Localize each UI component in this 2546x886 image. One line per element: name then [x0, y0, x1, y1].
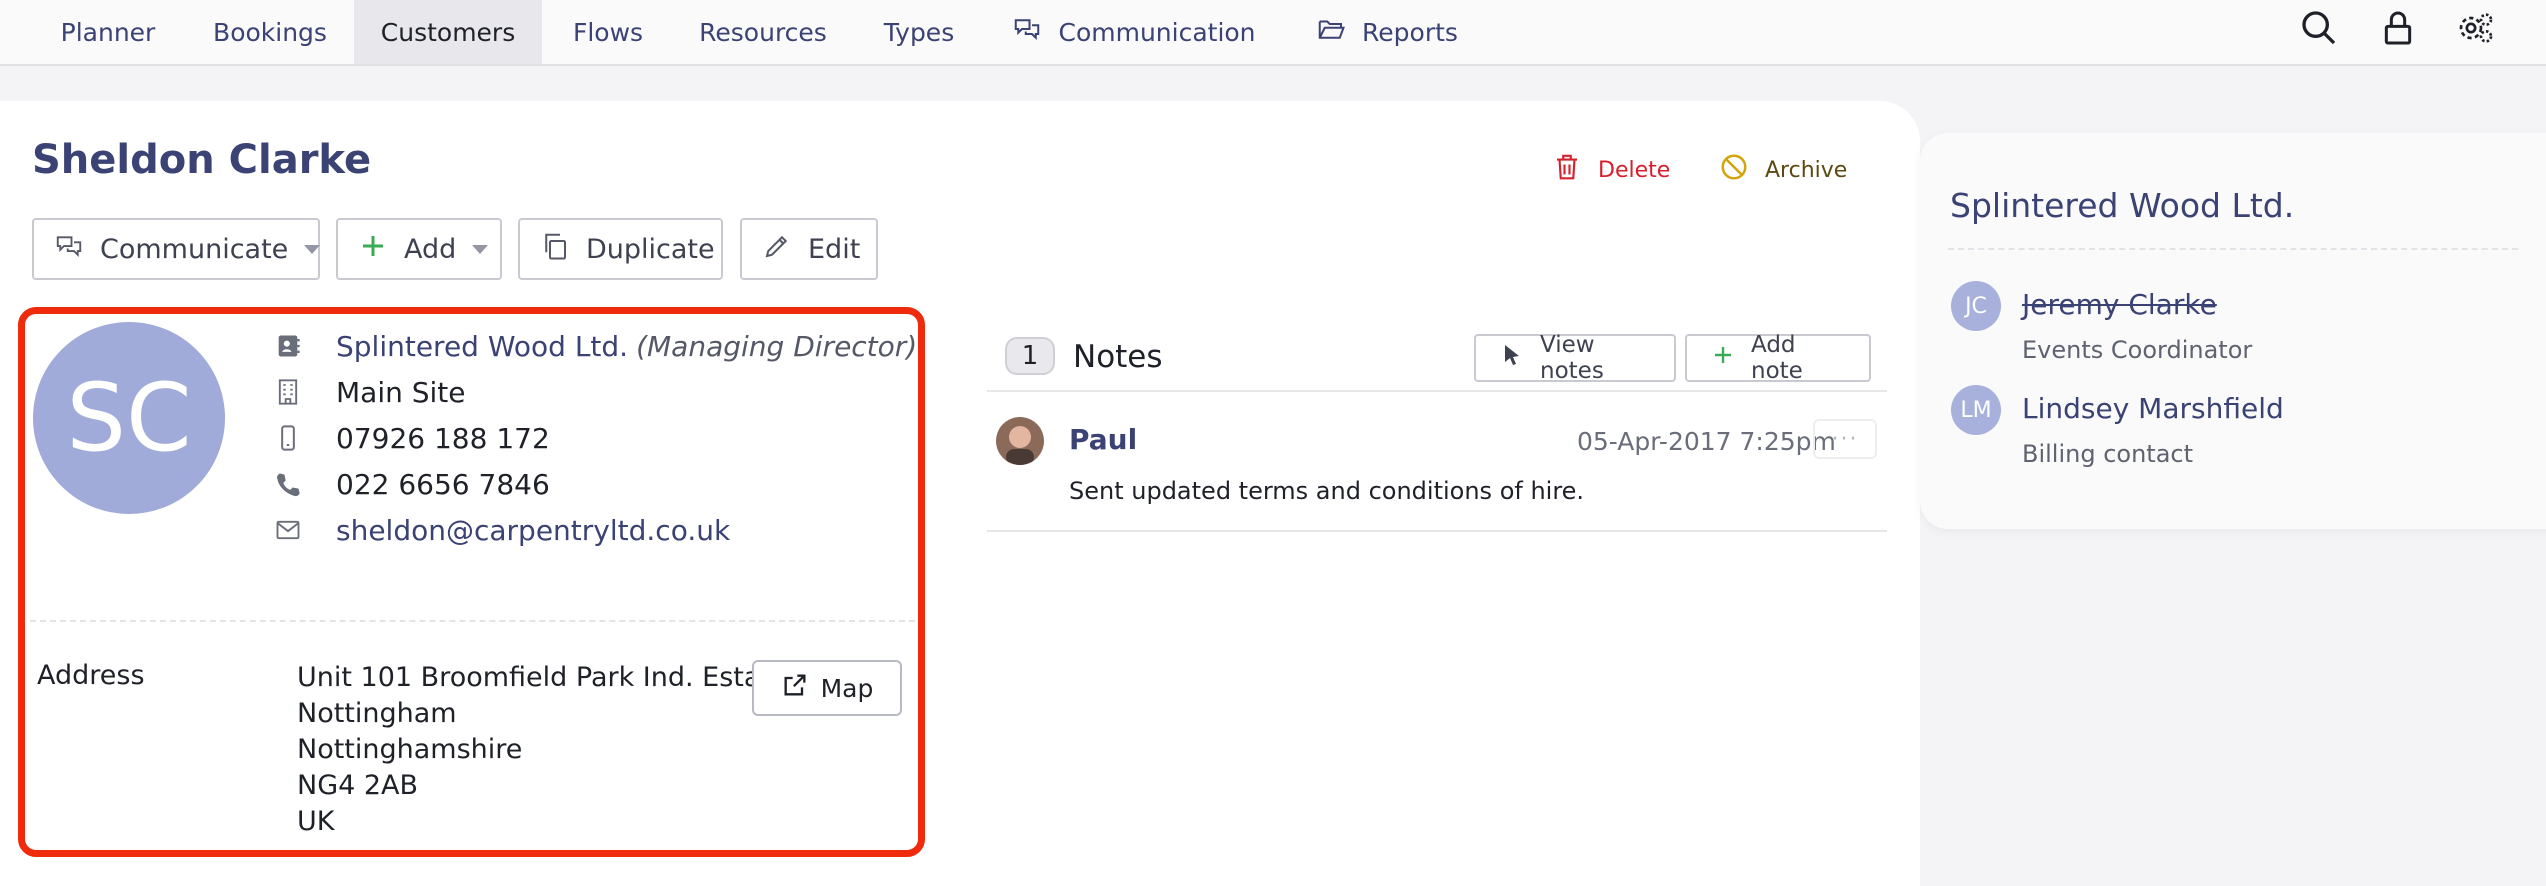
mobile-row: 07926 188 172 [272, 418, 550, 458]
trash-icon [1552, 152, 1582, 188]
add-note-button[interactable]: Add note [1685, 332, 1871, 384]
ban-icon [1719, 152, 1749, 188]
plus-icon [1711, 343, 1735, 373]
company-divider [1948, 248, 2518, 250]
external-link-icon [781, 671, 809, 705]
nav-flows[interactable]: Flows [560, 0, 656, 64]
nav-planner[interactable]: Planner [36, 0, 180, 64]
mobile-icon [272, 422, 304, 454]
nav-communication[interactable]: Communication [1012, 0, 1256, 64]
company-link[interactable]: Splintered Wood Ltd. [336, 330, 628, 363]
note-text: Sent updated terms and conditions of hir… [1069, 477, 1585, 505]
customer-avatar: SC [33, 322, 225, 514]
contact-role: Billing contact [2022, 440, 2194, 468]
email-row: sheldon@carpentryltd.co.uk [272, 510, 730, 550]
communicate-button[interactable]: Communicate [32, 218, 321, 280]
nav-types[interactable]: Types [872, 0, 966, 64]
notes-divider [987, 390, 1887, 392]
page-title: Sheldon Clarke [32, 137, 372, 183]
building-icon [272, 376, 304, 408]
top-navigation: Planner Bookings Customers Flows Resourc… [0, 0, 2546, 66]
add-button[interactable]: Add [336, 218, 502, 280]
duplicate-button[interactable]: Duplicate [518, 218, 723, 280]
settings-icon[interactable] [2456, 8, 2496, 48]
note-author: Paul [1069, 423, 1138, 456]
contact-avatar: JC [1951, 281, 2001, 331]
site-name: Main Site [336, 375, 466, 409]
address-lines: Unit 101 Broomfield Park Ind. Estate Not… [297, 662, 788, 837]
note-author-avatar [996, 417, 1044, 465]
notes-title: Notes [1073, 339, 1163, 375]
plus-icon [358, 231, 388, 268]
phone-row: 022 6656 7846 [272, 464, 550, 504]
contact-name[interactable]: Jeremy Clarke [2022, 288, 2217, 321]
contact-card-icon [272, 330, 304, 362]
contact-role: Events Coordinator [2022, 336, 2253, 364]
nav-bookings[interactable]: Bookings [198, 0, 342, 64]
lock-icon[interactable] [2378, 8, 2418, 48]
edit-button[interactable]: Edit [740, 218, 878, 280]
mobile-number: 07926 188 172 [336, 421, 550, 455]
more-options-button[interactable]: ··· [1813, 419, 1877, 459]
copy-icon [540, 231, 570, 268]
chat-icon [1012, 14, 1042, 50]
nav-reports[interactable]: Reports [1312, 0, 1462, 64]
address-label: Address [37, 660, 145, 691]
contact-avatar: LM [1951, 385, 2001, 435]
company-title[interactable]: Splintered Wood Ltd. [1950, 186, 2294, 225]
map-button[interactable]: Map [752, 660, 902, 716]
cursor-icon [1500, 343, 1524, 373]
note-date: 05-Apr-2017 7:25pm [1577, 427, 1836, 456]
contact-name[interactable]: Lindsey Marshfield [2022, 392, 2284, 425]
email-link[interactable]: sheldon@carpentryltd.co.uk [336, 514, 730, 547]
pencil-icon [762, 231, 792, 268]
company-row: Splintered Wood Ltd. (Managing Director) [272, 326, 917, 366]
notes-count-badge: 1 [1005, 337, 1055, 375]
caret-down-icon [472, 244, 489, 254]
nav-customers[interactable]: Customers [354, 0, 542, 64]
chat-icon [54, 231, 84, 268]
site-row: Main Site [272, 372, 466, 412]
search-icon[interactable] [2299, 8, 2339, 48]
view-notes-button[interactable]: View notes [1474, 332, 1676, 384]
phone-number: 022 6656 7846 [336, 467, 550, 501]
phone-icon [272, 468, 304, 500]
nav-resources[interactable]: Resources [688, 0, 838, 64]
delete-button[interactable]: Delete [1552, 152, 1670, 188]
folder-open-icon [1316, 14, 1346, 50]
details-divider [30, 620, 915, 622]
caret-down-icon [304, 244, 321, 254]
archive-button[interactable]: Archive [1719, 152, 1847, 188]
customer-role: (Managing Director) [636, 329, 918, 363]
note-divider [987, 530, 1887, 532]
envelope-icon [272, 514, 304, 546]
